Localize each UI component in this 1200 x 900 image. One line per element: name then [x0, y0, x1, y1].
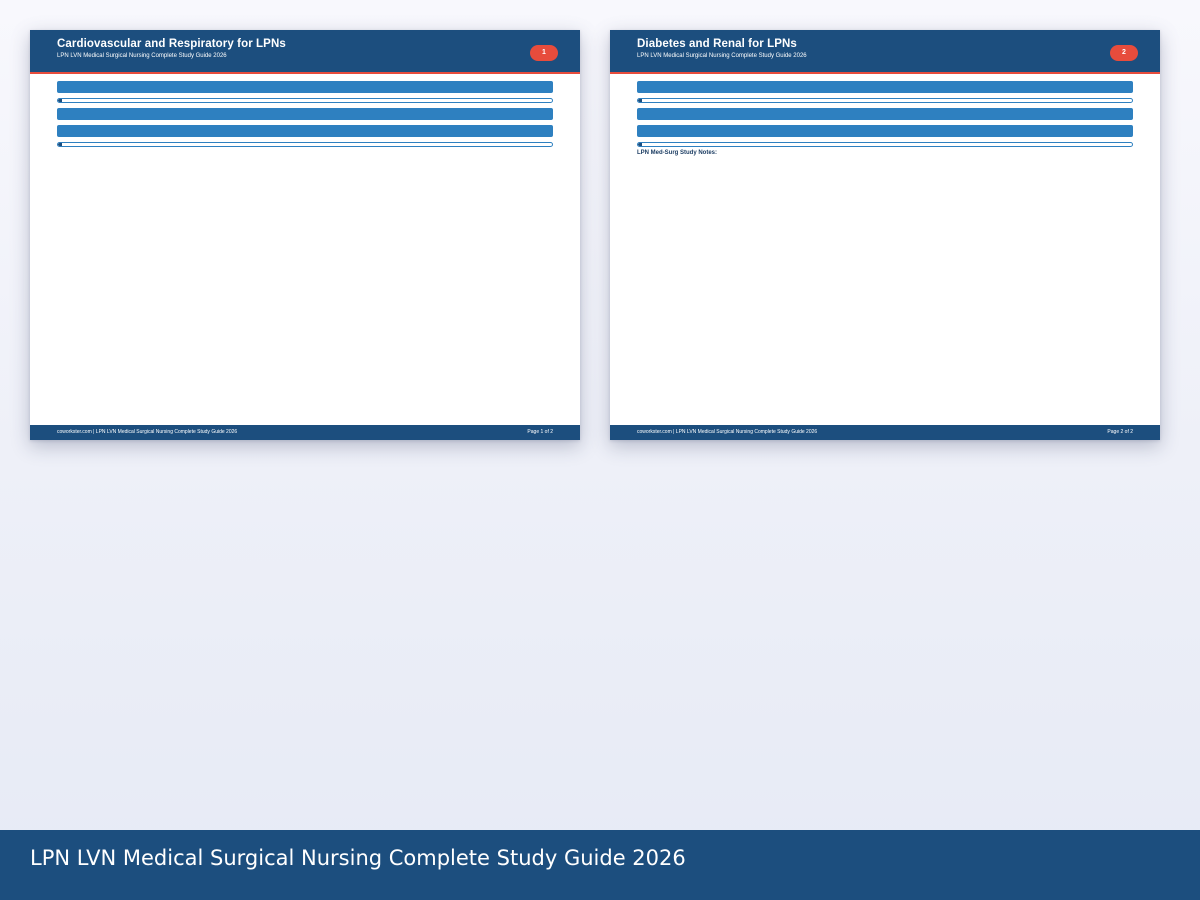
progress-track: [637, 98, 1133, 103]
section-bar: [57, 81, 553, 93]
footer-page-number: Page 1 of 2: [527, 429, 553, 435]
page-number-badge: 2: [1110, 45, 1138, 61]
footer-source: coworkster.com | LPN LVN Medical Surgica…: [57, 429, 238, 435]
progress-track: [57, 142, 553, 147]
page-title: Cardiovascular and Respiratory for LPNs: [57, 38, 286, 50]
section-bar: [57, 125, 553, 137]
page-content: LPN Med-Surg Study Notes:: [637, 81, 1133, 156]
footer-source: coworkster.com | LPN LVN Medical Surgica…: [637, 429, 818, 435]
section-bar: [637, 125, 1133, 137]
bottom-banner: LPN LVN Medical Surgical Nursing Complet…: [0, 830, 1200, 900]
page-content: [57, 81, 553, 152]
section-bar: [637, 108, 1133, 120]
page-subtitle: LPN LVN Medical Surgical Nursing Complet…: [637, 53, 807, 59]
banner-title: LPN LVN Medical Surgical Nursing Complet…: [30, 846, 686, 870]
progress-track: [57, 98, 553, 103]
page-footer: coworkster.com | LPN LVN Medical Surgica…: [610, 425, 1160, 440]
progress-fill: [58, 143, 62, 146]
progress-fill: [58, 99, 62, 102]
progress-track: [637, 142, 1133, 147]
page-header: Cardiovascular and Respiratory for LPNs …: [30, 30, 580, 74]
document-page-1: Cardiovascular and Respiratory for LPNs …: [30, 30, 580, 440]
page-subtitle: LPN LVN Medical Surgical Nursing Complet…: [57, 53, 227, 59]
study-notes-label: LPN Med-Surg Study Notes:: [637, 150, 718, 156]
document-page-2: Diabetes and Renal for LPNs LPN LVN Medi…: [610, 30, 1160, 440]
page-footer: coworkster.com | LPN LVN Medical Surgica…: [30, 425, 580, 440]
page-title: Diabetes and Renal for LPNs: [637, 38, 797, 50]
section-bar: [57, 108, 553, 120]
progress-fill: [638, 99, 642, 102]
progress-fill: [638, 143, 642, 146]
page-number-badge: 1: [530, 45, 558, 61]
page-header: Diabetes and Renal for LPNs LPN LVN Medi…: [610, 30, 1160, 74]
section-bar: [637, 81, 1133, 93]
footer-page-number: Page 2 of 2: [1107, 429, 1133, 435]
